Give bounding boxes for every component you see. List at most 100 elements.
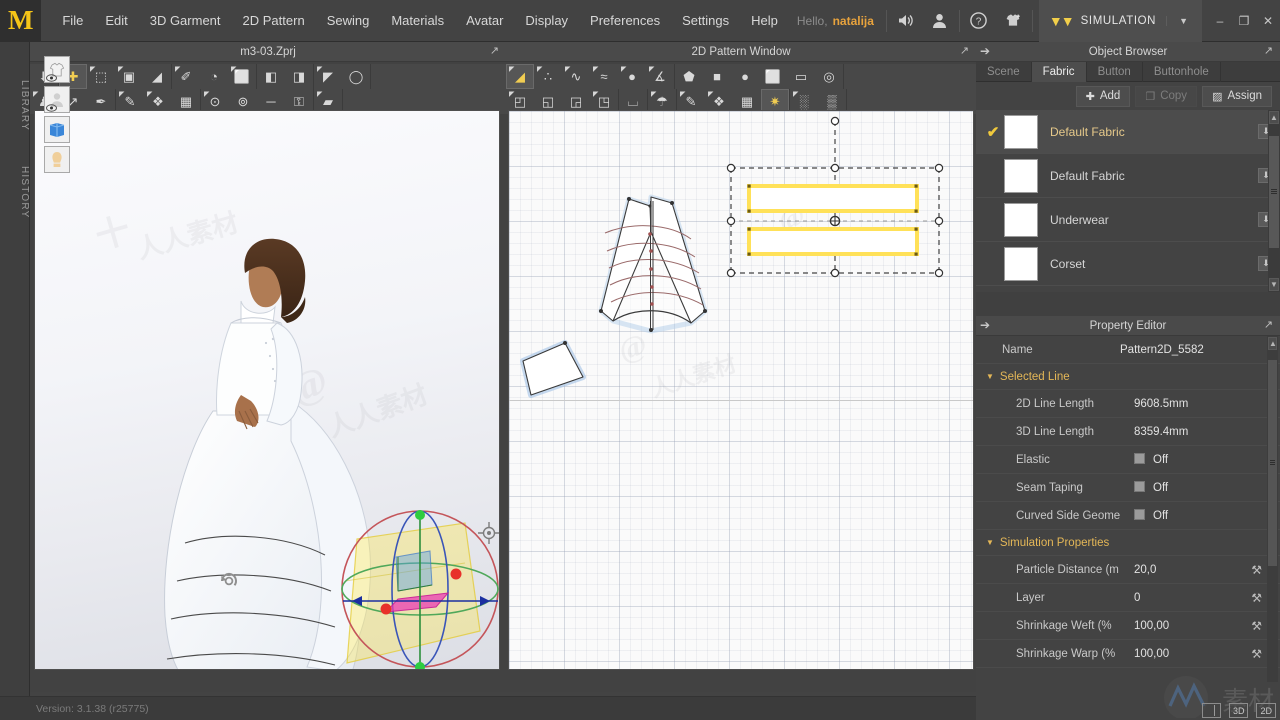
check-icon[interactable]: ✔: [982, 123, 1004, 141]
property-group-header[interactable]: ▼ Selected Line: [976, 364, 1280, 390]
property-row[interactable]: Seam Taping Off: [976, 474, 1280, 502]
show-skin-icon[interactable]: [44, 146, 70, 173]
property-row-name[interactable]: Name Pattern2D_5582: [976, 336, 1280, 364]
property-value[interactable]: Off: [1134, 509, 1262, 522]
property-row[interactable]: 2D Line Length 9608.5mm: [976, 390, 1280, 418]
property-value[interactable]: Off: [1134, 481, 1262, 494]
property-value[interactable]: Off: [1134, 453, 1262, 466]
popout-icon[interactable]: ↗: [958, 45, 971, 58]
scrollbar-thumb[interactable]: [1268, 360, 1277, 566]
property-value[interactable]: 100,00: [1134, 648, 1251, 660]
wrench-icon[interactable]: ⚒: [1251, 647, 1262, 661]
fabric-swatch[interactable]: [1004, 202, 1038, 237]
show-garment-icon[interactable]: [44, 56, 70, 83]
minimize-button[interactable]: –: [1208, 9, 1232, 33]
segment-icon[interactable]: ◤ ∡: [646, 64, 674, 89]
chevron-down-icon[interactable]: ▼: [1166, 15, 1196, 26]
sidebar-tab-history[interactable]: HISTORY: [0, 154, 30, 230]
checkbox-icon[interactable]: [1134, 453, 1145, 464]
menu-item-edit[interactable]: Edit: [94, 7, 138, 34]
fabric-swatch[interactable]: [1004, 158, 1038, 193]
flatten-icon[interactable]: ◤ ◤: [314, 64, 342, 89]
property-value[interactable]: Pattern2D_5582: [1120, 344, 1262, 356]
property-row[interactable]: Shrinkage Weft (% 100,00 ⚒: [976, 612, 1280, 640]
property-row[interactable]: Curved Side Geome Off: [976, 502, 1280, 530]
sidebar-tab-library[interactable]: LIBRARY: [0, 66, 30, 146]
restore-button[interactable]: ❐: [1232, 9, 1256, 33]
menu-item-display[interactable]: Display: [514, 7, 579, 34]
checkbox-icon[interactable]: [1134, 509, 1145, 520]
edit-curve-icon[interactable]: ◤ ∿: [562, 64, 590, 89]
select-pattern-icon[interactable]: ◤ ▣: [115, 64, 143, 89]
inner-polygon-icon[interactable]: ⬜: [759, 64, 787, 89]
user-icon[interactable]: [923, 0, 957, 42]
close-button[interactable]: ✕: [1256, 9, 1280, 33]
property-value[interactable]: 9608.5mm: [1134, 398, 1262, 410]
polygon-icon[interactable]: ⬟: [675, 64, 703, 89]
app-logo[interactable]: M: [0, 0, 42, 42]
popout-icon[interactable]: ↗: [1262, 45, 1275, 58]
rotate-gizmo-icon[interactable]: [217, 569, 241, 593]
property-value[interactable]: 8359.4mm: [1134, 426, 1262, 438]
fold-icon[interactable]: ◤ ⬜: [228, 64, 256, 89]
edit-point-icon[interactable]: ◤ ∴: [534, 64, 562, 89]
inner-circle-icon[interactable]: ◎: [815, 64, 843, 89]
menu-item-3d-garment[interactable]: 3D Garment: [139, 7, 232, 34]
scroll-up-arrow[interactable]: ▲: [1268, 337, 1277, 350]
menu-item-avatar[interactable]: Avatar: [455, 7, 514, 34]
collapse-panel-icon[interactable]: ➔: [980, 45, 990, 58]
symmetric-sewing-icon[interactable]: ◨: [285, 64, 313, 89]
show-texture-icon[interactable]: [44, 116, 70, 143]
property-editor-scrollbar[interactable]: ▲: [1267, 336, 1278, 682]
add-button[interactable]: ✚ Add: [1075, 85, 1131, 107]
tab-scene[interactable]: Scene: [976, 62, 1032, 82]
tab-buttonhole[interactable]: Buttonhole: [1143, 62, 1221, 82]
help-icon[interactable]: ?: [962, 0, 996, 42]
edit-curve-point-icon[interactable]: ◤ ≈: [590, 64, 618, 89]
speaker-icon[interactable]: [889, 0, 923, 42]
fabric-swatch[interactable]: [1004, 114, 1038, 149]
property-row[interactable]: Shrinkage Warp (% 100,00 ⚒: [976, 640, 1280, 668]
circle-icon[interactable]: ●: [731, 64, 759, 89]
property-row[interactable]: Layer 0 ⚒: [976, 584, 1280, 612]
select-mesh-icon[interactable]: ◤ ⬚: [87, 64, 115, 89]
property-value[interactable]: 0: [1134, 592, 1251, 604]
fabric-list-item[interactable]: ✔ Default Fabric ⬇: [976, 110, 1280, 154]
menu-item-2d-pattern[interactable]: 2D Pattern: [232, 7, 316, 34]
checkbox-icon[interactable]: [1134, 481, 1145, 492]
menu-item-sewing[interactable]: Sewing: [316, 7, 381, 34]
split-view-button[interactable]: [1201, 703, 1221, 718]
property-value[interactable]: 20,0: [1134, 564, 1251, 576]
scrollbar-thumb[interactable]: [1269, 136, 1279, 248]
popout-icon[interactable]: ↗: [488, 45, 501, 58]
circumference-icon[interactable]: ◯: [342, 64, 370, 89]
user-name-label[interactable]: natalija: [828, 14, 884, 28]
add-point-icon[interactable]: ◤ ●: [618, 64, 646, 89]
popout-icon[interactable]: ↗: [1262, 319, 1275, 332]
simulation-button[interactable]: ▼▼ SIMULATION ▼: [1038, 0, 1202, 42]
collapse-panel-icon[interactable]: ➔: [980, 319, 990, 332]
property-row[interactable]: Particle Distance (m 20,0 ⚒: [976, 556, 1280, 584]
tab-button[interactable]: Button: [1087, 62, 1143, 82]
inner-rectangle-icon[interactable]: ▭: [787, 64, 815, 89]
wrench-icon[interactable]: ⚒: [1251, 563, 1262, 577]
menu-item-preferences[interactable]: Preferences: [579, 7, 671, 34]
rectangle-icon[interactable]: ■: [703, 64, 731, 89]
scroll-down-arrow[interactable]: ▼: [1269, 278, 1279, 291]
menu-item-file[interactable]: File: [51, 7, 94, 34]
menu-item-settings[interactable]: Settings: [671, 7, 740, 34]
view-3d-button[interactable]: 3D: [1228, 703, 1249, 718]
fold-arrange-icon[interactable]: ◢: [143, 64, 171, 89]
view-2d-button[interactable]: 2D: [1256, 703, 1276, 718]
property-row[interactable]: Elastic Off: [976, 446, 1280, 474]
pin-icon[interactable]: ◤ ✐: [172, 64, 200, 89]
fabric-list-item[interactable]: Corset ⬇: [976, 242, 1280, 286]
wrench-icon[interactable]: ⚒: [1251, 619, 1262, 633]
transform-gizmo[interactable]: [338, 499, 500, 670]
scroll-up-arrow[interactable]: ▲: [1269, 111, 1279, 124]
tab-fabric[interactable]: Fabric: [1031, 62, 1087, 82]
fabric-list-item[interactable]: Default Fabric ⬇: [976, 154, 1280, 198]
fabric-list-item[interactable]: Underwear ⬇: [976, 198, 1280, 242]
show-avatar-icon[interactable]: [44, 86, 70, 113]
tack-icon[interactable]: ◔: [200, 64, 228, 89]
